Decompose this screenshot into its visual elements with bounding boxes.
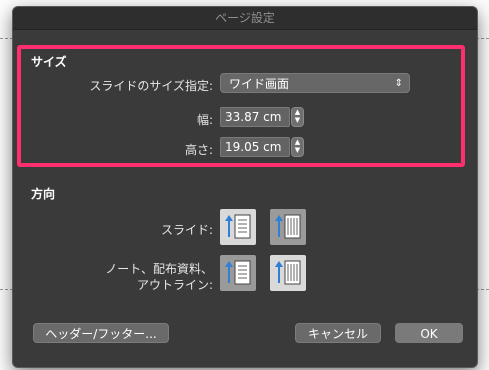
page-setup-dialog: ページ設定 サイズ スライドのサイズ指定: ワイド画面 ⇕ 幅: 33.87 c… [12, 6, 478, 368]
slide-portrait-button[interactable] [220, 209, 256, 245]
height-stepper[interactable]: ▲ ▼ [291, 137, 304, 157]
select-chevron-icon: ⇕ [394, 78, 403, 89]
notes-orientation-label-line2: アウトライン: [136, 278, 213, 292]
notes-landscape-button[interactable] [270, 255, 306, 291]
orientation-section-title: 方向 [31, 187, 56, 201]
header-footer-button[interactable]: ヘッダー/フッター... [33, 323, 169, 343]
notes-portrait-button[interactable] [220, 255, 256, 291]
portrait-orientation-icon [225, 214, 251, 239]
cancel-button[interactable]: キャンセル [295, 323, 381, 343]
dialog-title: ページ設定 [13, 7, 477, 30]
portrait-orientation-icon [225, 260, 251, 285]
width-field[interactable]: 33.87 cm [220, 107, 290, 127]
slide-size-value: ワイド画面 [229, 77, 290, 91]
landscape-orientation-icon [275, 214, 301, 239]
notes-orientation-label-line1: ノート、配布資料、 [105, 262, 213, 276]
size-section-title: サイズ [31, 55, 67, 69]
height-field[interactable]: 19.05 cm [220, 137, 290, 157]
height-label: 高さ: [184, 143, 213, 157]
slide-orientation-label: スライド: [160, 223, 213, 237]
ok-button[interactable]: OK [395, 323, 463, 343]
width-stepper[interactable]: ▲ ▼ [291, 107, 304, 127]
slide-size-select[interactable]: ワイド画面 ⇕ [220, 73, 410, 93]
slide-size-label: スライドのサイズ指定: [89, 79, 213, 93]
slide-landscape-button[interactable] [270, 209, 306, 245]
width-label: 幅: [196, 113, 213, 127]
landscape-orientation-icon [275, 260, 301, 285]
